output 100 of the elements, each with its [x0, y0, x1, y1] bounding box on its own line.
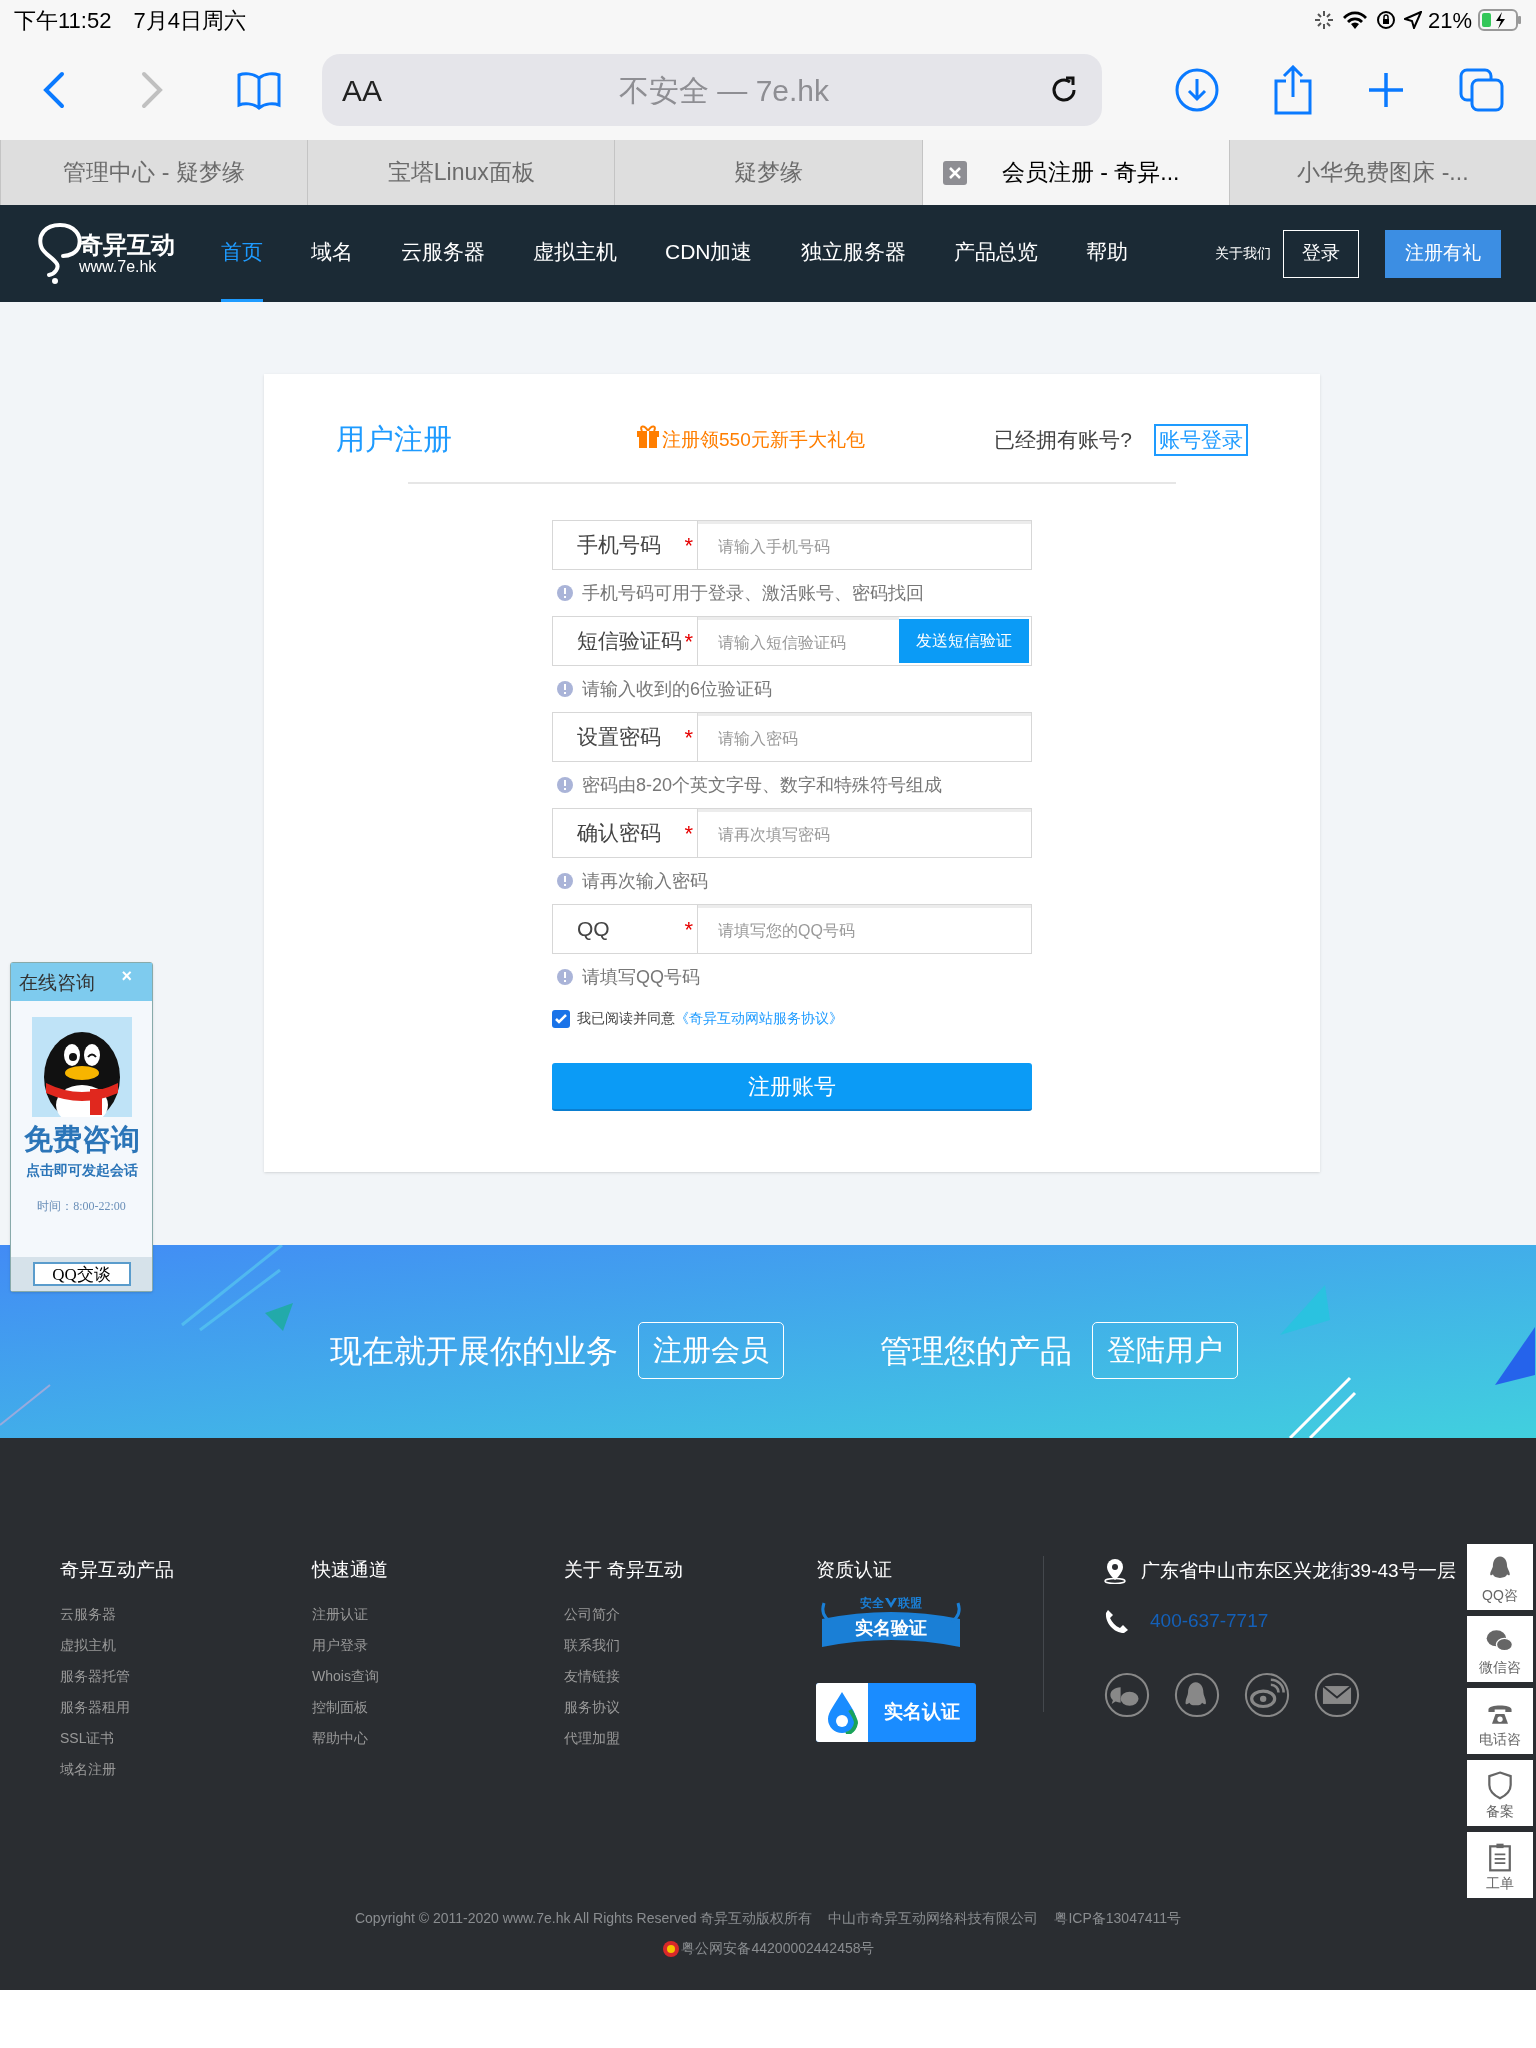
close-icon[interactable] — [942, 160, 967, 185]
footer-link[interactable]: 虚拟主机 — [60, 1629, 312, 1661]
info-icon — [556, 680, 574, 698]
field-label: 手机号码 — [577, 532, 661, 559]
field-label: 设置密码 — [577, 724, 661, 751]
footer-link[interactable]: 服务器托管 — [60, 1660, 312, 1692]
footer-link[interactable]: 帮助中心 — [312, 1722, 564, 1754]
footer-column-title: 快速通道 — [312, 1558, 389, 1582]
field-hint: 请填写QQ号码 — [582, 965, 700, 989]
about-link[interactable]: 关于我们 — [1215, 243, 1271, 264]
nav-link[interactable]: 云服务器 — [401, 205, 485, 302]
footer-link[interactable]: 公司简介 — [564, 1598, 816, 1630]
text-input[interactable]: 请输入短信验证码 — [698, 617, 899, 665]
v-shield-icon — [884, 1596, 898, 1609]
reader-button[interactable]: AA — [342, 67, 402, 113]
footer-column-title: 资质认证 — [816, 1558, 893, 1582]
footer-link[interactable]: 域名注册 — [60, 1753, 312, 1785]
field-hint: 请输入收到的6位验证码 — [582, 677, 772, 701]
footer-link[interactable]: 注册认证 — [312, 1598, 564, 1630]
side-tool-button[interactable]: 工单 — [1467, 1832, 1533, 1898]
wechat-icon[interactable] — [1104, 1672, 1150, 1718]
badge-text: 实名验证 — [855, 1616, 927, 1640]
icp-record[interactable]: 粤ICP备13047411号 — [1054, 1908, 1182, 1929]
form-field[interactable]: 短信验证码* 请输入短信验证码 发送短信验证 — [552, 616, 1032, 666]
footer-link[interactable]: 控制面板 — [312, 1691, 564, 1723]
url-text: 不安全 — 7e.hk — [617, 72, 831, 109]
field-label: 确认密码 — [577, 820, 661, 847]
required-mark: * — [684, 535, 693, 557]
battery-icon — [1478, 9, 1522, 31]
info-icon — [556, 776, 574, 794]
form-field[interactable]: QQ * 请填写您的QQ号码 — [552, 904, 1032, 954]
side-tool-button[interactable]: 电话咨 — [1467, 1688, 1533, 1754]
copyright-text: Copyright © 2011-2020 www.7e.hk All Rights Reserved 奇异互动版权所有 — [354, 1909, 813, 1928]
login-button[interactable]: 登录 — [1283, 229, 1359, 278]
side-tool-button[interactable]: 微信咨 — [1467, 1616, 1533, 1682]
footer-link[interactable]: 服务器租用 — [60, 1691, 312, 1723]
register-button[interactable]: 注册有礼 — [1385, 229, 1501, 278]
footer-column-title: 关于 奇异互动 — [564, 1558, 685, 1582]
rotation-lock-icon — [1375, 10, 1396, 30]
form-field[interactable]: 设置密码 * 请输入密码 — [552, 712, 1032, 762]
badge-caption: 安全 — [860, 1596, 884, 1609]
info-icon — [556, 872, 574, 890]
logo-text: 奇异互动 — [79, 232, 175, 257]
account-prompt: 已经拥有账号? — [994, 427, 1132, 454]
penguin-icon[interactable] — [1174, 1672, 1220, 1718]
text-input[interactable]: 请再次填写密码 — [698, 809, 1031, 857]
agreement-link[interactable]: 《奇异互动网站服务协议》 — [675, 1008, 843, 1029]
chat-subline: 点击即可发起会话 — [25, 1161, 138, 1180]
qq-chat-button[interactable]: QQ交谈 — [32, 1262, 131, 1286]
mail-icon[interactable] — [1314, 1672, 1360, 1718]
nav-link[interactable]: 独立服务器 — [800, 205, 906, 302]
share-icon[interactable] — [1272, 65, 1314, 115]
required-mark: * — [684, 919, 693, 941]
download-icon[interactable] — [1174, 67, 1220, 113]
tabs-icon[interactable] — [1458, 67, 1506, 113]
address-bar[interactable]: AA 不安全 — 7e.hk — [322, 54, 1102, 126]
footer-link[interactable]: 代理加盟 — [564, 1722, 816, 1754]
footer-link[interactable]: 云服务器 — [60, 1598, 312, 1630]
field-label: 短信验证码 — [577, 628, 682, 655]
side-tool-button[interactable]: 备案 — [1467, 1760, 1533, 1826]
badge-text: 实名认证 — [884, 1699, 960, 1724]
banner-slogan: 管理您的产品 — [880, 1331, 1072, 1371]
field-hint: 请再次输入密码 — [582, 869, 708, 893]
account-login-link[interactable]: 账号登录 — [1154, 424, 1248, 456]
police-record[interactable]: 粤公网安备44200002442458号 — [681, 1938, 875, 1959]
company-name: 中山市奇异互动网络科技有限公司 — [828, 1909, 1039, 1928]
footer-address: 广东省中山市东区兴龙街39-43号一层 — [1141, 1558, 1456, 1583]
side-tool-button[interactable]: QQ咨 — [1467, 1544, 1533, 1610]
text-input[interactable]: 请输入密码 — [698, 713, 1031, 761]
register-submit-button[interactable]: 注册账号 — [552, 1063, 1032, 1111]
nav-link[interactable]: 产品总览 — [953, 205, 1038, 302]
footer-link[interactable]: 友情链接 — [564, 1660, 816, 1692]
footer-link[interactable]: 联系我们 — [564, 1629, 816, 1661]
nav-link[interactable]: 帮助 — [1085, 205, 1128, 302]
battery-percent: 21% — [1427, 6, 1472, 35]
nav-link[interactable]: 虚拟主机 — [533, 205, 617, 302]
status-date: 7月4日周六 — [133, 6, 246, 35]
activity-icon — [1313, 10, 1334, 30]
nav-link[interactable]: CDN加速 — [665, 205, 753, 302]
gift-icon — [636, 423, 660, 449]
nav-link[interactable]: 域名 — [311, 205, 353, 302]
location-pin-icon — [1104, 1558, 1126, 1584]
add-icon[interactable] — [1366, 70, 1406, 110]
footer-link[interactable]: Whois查询 — [312, 1660, 564, 1692]
field-hint: 密码由8-20个英文字母、数字和特殊符号组成 — [582, 773, 943, 797]
text-input[interactable]: 请输入手机号码 — [698, 521, 1031, 569]
weibo-icon[interactable] — [1244, 1672, 1290, 1718]
footer-link[interactable]: 服务协议 — [564, 1691, 816, 1723]
form-field[interactable]: 手机号码 * 请输入手机号码 — [552, 520, 1032, 570]
promo-link[interactable]: 注册领550元新手大礼包 — [662, 425, 865, 455]
agree-checkbox[interactable] — [552, 1009, 570, 1028]
send-code-button[interactable]: 发送短信验证 — [899, 619, 1029, 663]
footer-column-title: 奇异互动产品 — [60, 1558, 175, 1582]
form-field[interactable]: 确认密码 * 请再次填写密码 — [552, 808, 1032, 858]
footer-link[interactable]: SSL证书 — [60, 1722, 312, 1754]
footer-link[interactable]: 用户登录 — [312, 1629, 564, 1661]
status-time: 下午11:52 — [14, 6, 112, 35]
text-input[interactable]: 请填写您的QQ号码 — [698, 905, 1031, 953]
browser-tab[interactable]: 会员注册 - 奇异... — [921, 140, 1229, 205]
book-icon[interactable] — [236, 70, 282, 110]
